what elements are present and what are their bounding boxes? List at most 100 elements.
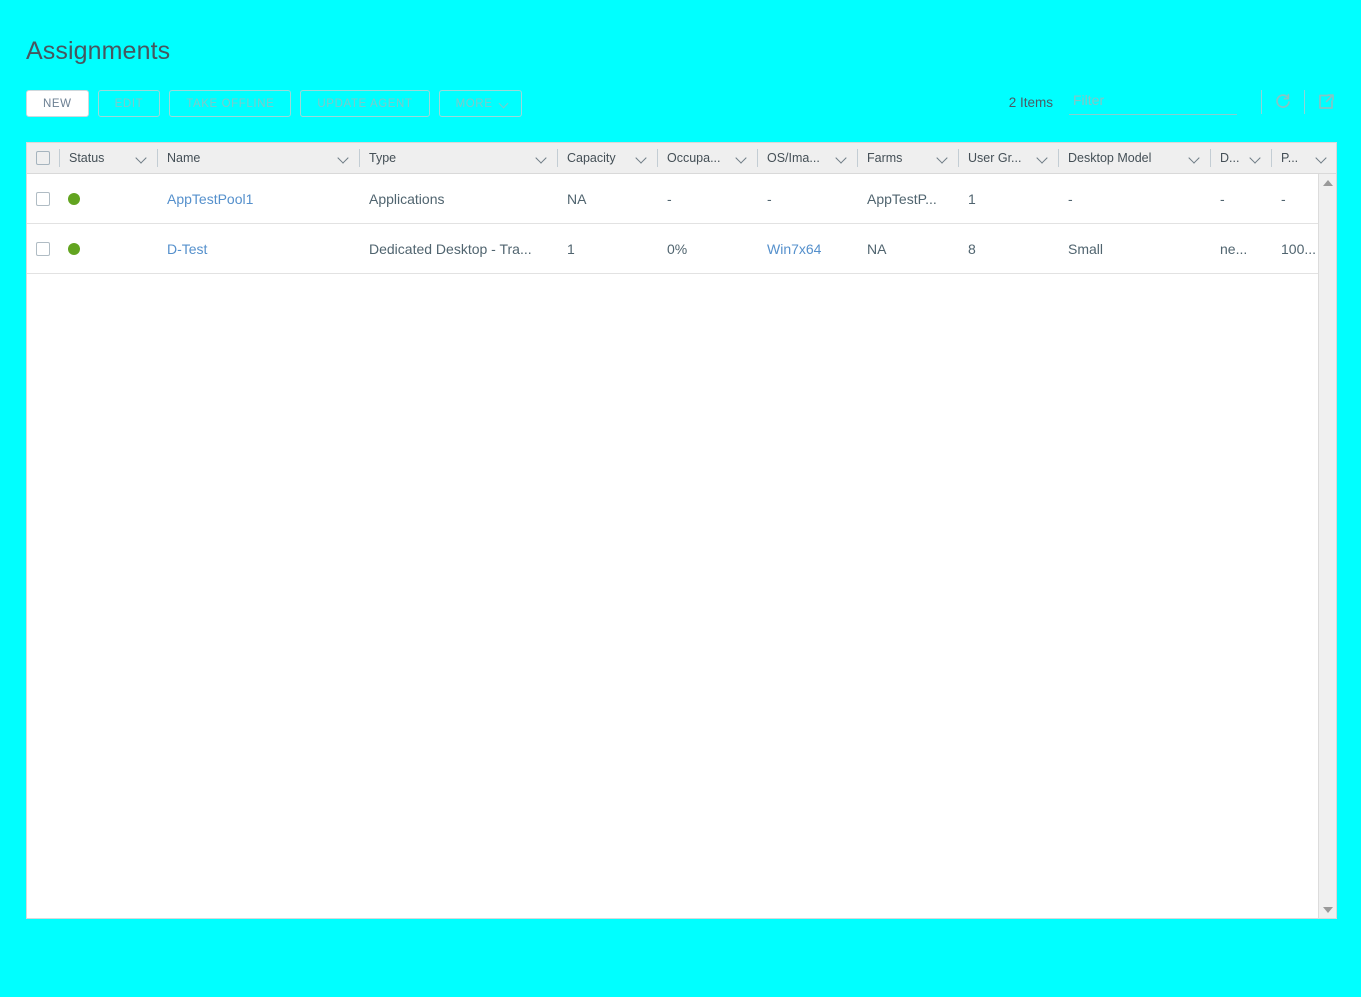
cell-capacity: 1 xyxy=(557,224,657,273)
more-button-label: MORE xyxy=(455,97,493,110)
edit-button-label: EDIT xyxy=(114,97,144,110)
status-dot-icon xyxy=(68,242,80,255)
column-header-type[interactable]: Type xyxy=(359,143,557,173)
cell-os_image[interactable]: Win7x64 xyxy=(757,224,857,273)
page-title: Assignments xyxy=(26,37,171,65)
scroll-down-arrow-icon[interactable] xyxy=(1319,901,1336,918)
cell-farms: AppTestP... xyxy=(857,174,958,223)
tools-divider-2 xyxy=(1304,90,1305,114)
column-header-d[interactable]: D... xyxy=(1210,143,1271,173)
cell-farms-text: NA xyxy=(867,240,887,257)
select-all-header-cell xyxy=(27,143,59,173)
export-icon[interactable] xyxy=(1315,91,1337,113)
row-select-checkbox[interactable] xyxy=(36,191,50,206)
cell-name-link[interactable]: AppTestPool1 xyxy=(167,191,359,207)
cell-farms: NA xyxy=(857,224,958,273)
cell-desktop_model-text: Small xyxy=(1068,240,1104,257)
cell-d_col-text: ne... xyxy=(1220,240,1248,257)
tools-divider-1 xyxy=(1261,90,1262,114)
column-header-name-label: Name xyxy=(167,151,201,165)
column-header-user-groups[interactable]: User Gr... xyxy=(958,143,1058,173)
cell-d_col: - xyxy=(1210,174,1271,223)
row-select-cell xyxy=(27,224,59,273)
chevron-down-icon[interactable] xyxy=(336,150,352,166)
cell-type: Applications xyxy=(359,174,557,223)
column-header-user-groups-label: User Gr... xyxy=(968,151,1022,165)
take-offline-button[interactable]: TAKE OFFLINE xyxy=(169,90,292,117)
chevron-down-icon[interactable] xyxy=(634,150,650,166)
status-badge xyxy=(59,174,157,223)
update-agent-button[interactable]: UPDATE AGENT xyxy=(300,90,430,117)
column-header-capacity[interactable]: Capacity xyxy=(557,143,657,173)
column-header-desktop-model-label: Desktop Model xyxy=(1068,151,1152,165)
row-select-cell xyxy=(27,174,59,223)
column-header-p[interactable]: P... xyxy=(1271,143,1337,173)
cell-os_image-link[interactable]: Win7x64 xyxy=(767,241,857,257)
column-header-d-label: D... xyxy=(1220,151,1240,165)
row-select-checkbox[interactable] xyxy=(36,241,50,256)
more-button[interactable]: MORE xyxy=(438,90,523,117)
column-header-farms-label: Farms xyxy=(867,151,903,165)
chevron-down-icon[interactable] xyxy=(534,150,550,166)
filter-input[interactable] xyxy=(1069,89,1237,115)
column-header-type-label: Type xyxy=(369,151,397,165)
cell-os_image-text: - xyxy=(767,190,772,207)
cell-type-text: Applications xyxy=(369,190,445,207)
column-header-os-image[interactable]: OS/Ima... xyxy=(757,143,857,173)
status-badge xyxy=(59,224,157,273)
column-header-farms[interactable]: Farms xyxy=(857,143,958,173)
filter-field-wrapper xyxy=(1069,89,1237,115)
chevron-down-icon[interactable] xyxy=(134,150,150,166)
grid-tools: 2 Items xyxy=(1009,86,1337,118)
cell-capacity: NA xyxy=(557,174,657,223)
column-header-desktop-model[interactable]: Desktop Model xyxy=(1058,143,1210,173)
chevron-down-icon[interactable] xyxy=(734,150,750,166)
chevron-down-icon[interactable] xyxy=(1035,150,1051,166)
cell-capacity-text: 1 xyxy=(567,240,575,257)
column-header-name[interactable]: Name xyxy=(157,143,359,173)
scroll-up-arrow-icon[interactable] xyxy=(1319,174,1336,191)
cell-occupancy: 0% xyxy=(657,224,757,273)
cell-user_groups: 8 xyxy=(958,224,1058,273)
cell-p_col: 100... xyxy=(1271,224,1318,273)
vertical-scrollbar[interactable] xyxy=(1318,174,1336,918)
column-header-status-label: Status xyxy=(69,151,105,165)
table-row[interactable]: AppTestPool1 Applications NA - - AppTestP... 1… xyxy=(27,174,1318,224)
edit-button[interactable]: EDIT xyxy=(97,90,161,117)
column-header-os-image-label: OS/Ima... xyxy=(767,151,820,165)
cell-user_groups-text: 1 xyxy=(968,190,976,207)
table-row[interactable]: D-Test Dedicated Desktop - Tra... 1 0% Win7x… xyxy=(27,224,1318,274)
update-agent-button-label: UPDATE AGENT xyxy=(317,97,413,110)
status-dot-icon xyxy=(68,192,80,205)
chevron-down-icon[interactable] xyxy=(1187,150,1203,166)
cell-name[interactable]: D-Test xyxy=(157,224,359,273)
datagrid-body: AppTestPool1 Applications NA - - AppTestP... 1… xyxy=(27,174,1336,918)
refresh-icon[interactable] xyxy=(1272,91,1294,113)
item-count-label: 2 Items xyxy=(1008,94,1053,110)
column-header-status[interactable]: Status xyxy=(59,143,157,173)
cell-p_col: - xyxy=(1271,174,1318,223)
cell-name-link[interactable]: D-Test xyxy=(167,241,359,257)
new-button[interactable]: NEW xyxy=(26,90,89,117)
cell-p_col-text: 100... xyxy=(1281,240,1317,257)
chevron-down-icon[interactable] xyxy=(1314,150,1330,166)
chevron-down-icon[interactable] xyxy=(834,150,850,166)
cell-user_groups-text: 8 xyxy=(968,240,976,257)
cell-name[interactable]: AppTestPool1 xyxy=(157,174,359,223)
cell-d_col-text: - xyxy=(1220,190,1225,207)
cell-d_col: ne... xyxy=(1210,224,1271,273)
new-button-label: NEW xyxy=(43,97,72,110)
column-header-occupancy-label: Occupa... xyxy=(667,151,721,165)
cell-farms-text: AppTestP... xyxy=(867,190,937,207)
chevron-down-icon[interactable] xyxy=(935,150,951,166)
chevron-down-icon[interactable] xyxy=(1248,150,1264,166)
cell-type: Dedicated Desktop - Tra... xyxy=(359,224,557,273)
select-all-checkbox[interactable] xyxy=(36,151,50,165)
toolbar: NEW EDIT TAKE OFFLINE UPDATE AGENT MORE xyxy=(26,90,523,117)
column-header-occupancy[interactable]: Occupa... xyxy=(657,143,757,173)
column-header-p-label: P... xyxy=(1281,151,1299,165)
cell-user_groups: 1 xyxy=(958,174,1058,223)
cell-occupancy-text: 0% xyxy=(667,240,688,257)
cell-capacity-text: NA xyxy=(567,190,587,207)
cell-occupancy-text: - xyxy=(667,190,672,207)
